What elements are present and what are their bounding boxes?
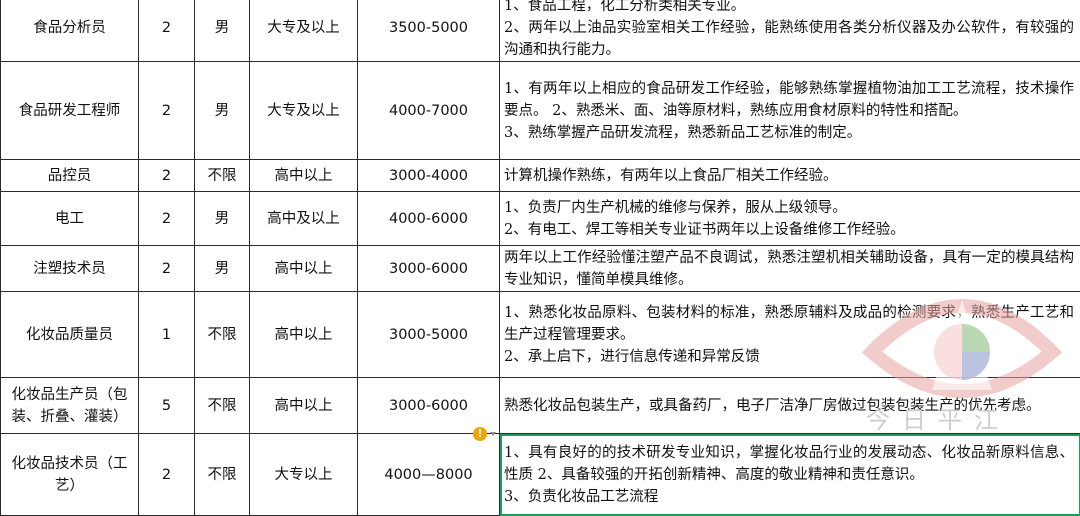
job-title-cell[interactable]: 化妆品质量员 [1,292,139,378]
job-title-cell[interactable]: 电工 [1,192,139,246]
requirements-cell[interactable]: 1、食品工程，化工分析类相关专业。 2、两年以上油品实验室相关工作经验，能熟练使… [500,0,1080,62]
requirement-line: 1、熟悉化妆品原料、包装材料的标准，熟悉原辅料及成品的检测要求，熟悉生产工艺和生… [504,302,1074,346]
requirement-line: 2、两年以上油品实验室相关工作经验，能熟练使用各类分析仪器及办公软件，有较强的沟… [504,17,1074,61]
education-cell[interactable]: 大专以上 [250,434,358,516]
requirement-line: 3、负责化妆品工艺流程 [504,486,1074,508]
gender-cell[interactable]: 男 [195,246,250,292]
count-cell[interactable]: 2 [139,192,195,246]
job-title-cell[interactable]: 注塑技术员 [1,246,139,292]
warning-icon[interactable]: ! [473,427,487,441]
salary-cell[interactable]: 3000-5000 [358,292,500,378]
requirement-line: 2、承上启下，进行信息传递和异常反馈 [504,346,1074,368]
job-title-cell[interactable]: 食品分析员 [1,0,139,62]
requirement-line: 1、有两年以上相应的食品研发工作经验，能够熟练掌握植物油加工工艺流程，技术操作要… [504,78,1074,122]
education-cell[interactable]: 高中及以上 [250,192,358,246]
requirements-cell[interactable]: 1、负责厂内生产机械的维修与保养，服从上级领导。 2、有电工、焊工等相关专业证书… [500,192,1080,246]
count-cell[interactable]: 2 [139,434,195,516]
gender-cell[interactable]: 男 [195,62,250,160]
gender-cell[interactable]: 不限 [195,378,250,434]
education-cell[interactable]: 高中以上 [250,246,358,292]
job-table: 食品分析员 2 男 大专及以上 3500-5000 1、食品工程，化工分析类相关… [0,0,1080,516]
salary-cell[interactable]: 4000-6000 [358,192,500,246]
job-title-cell[interactable]: 化妆品生产员（包装、折叠、灌装） [1,378,139,434]
salary-cell[interactable]: 3000-4000 [358,160,500,192]
count-cell[interactable]: 2 [139,0,195,62]
gender-cell[interactable]: 男 [195,192,250,246]
education-cell[interactable]: 高中以上 [250,378,358,434]
chevron-down-icon[interactable] [490,432,496,436]
salary-cell[interactable]: 3000-6000 [358,246,500,292]
requirement-line: 2、有电工、焊工等相关专业证书两年以上设备维修工作经验。 [504,219,1074,241]
gender-cell[interactable]: 不限 [195,292,250,378]
gender-cell[interactable]: 男 [195,0,250,62]
count-cell[interactable]: 2 [139,62,195,160]
requirement-line: 两年以上工作经验懂注塑产品不良调试，熟悉注塑机相关辅助设备，具有一定的模具结构专… [504,247,1074,291]
gender-cell[interactable]: 不限 [195,160,250,192]
requirement-line: 1、负责厂内生产机械的维修与保养，服从上级领导。 [504,197,1074,219]
table-row: 化妆品技术员（工艺） 2 不限 大专以上 4000—8000 1、具有良好的的技… [1,434,1080,516]
salary-cell[interactable]: 3500-5000 [358,0,500,62]
job-title-cell[interactable]: 食品研发工程师 [1,62,139,160]
job-title-cell[interactable]: 化妆品技术员（工艺） [1,434,139,516]
count-cell[interactable]: 2 [139,160,195,192]
requirements-cell[interactable]: 1、有两年以上相应的食品研发工作经验，能够熟练掌握植物油加工工艺流程，技术操作要… [500,62,1080,160]
table-row: 品控员 2 不限 高中以上 3000-4000 计算机操作熟练，有两年以上食品厂… [1,160,1080,192]
education-cell[interactable]: 大专及以上 [250,62,358,160]
table-row: 食品研发工程师 2 男 大专及以上 4000-7000 1、有两年以上相应的食品… [1,62,1080,160]
job-title-cell[interactable]: 品控员 [1,160,139,192]
requirement-line: 1、具有良好的的技术研发专业知识，掌握化妆品行业的发展动态、化妆品新原料信息、性… [504,442,1074,486]
education-cell[interactable]: 高中以上 [250,160,358,192]
table-row: 注塑技术员 2 男 高中以上 3000-6000 两年以上工作经验懂注塑产品不良… [1,246,1080,292]
table-row: 化妆品质量员 1 不限 高中以上 3000-5000 1、熟悉化妆品原料、包装材… [1,292,1080,378]
salary-cell[interactable]: 3000-6000 [358,378,500,434]
table-row: 电工 2 男 高中及以上 4000-6000 1、负责厂内生产机械的维修与保养，… [1,192,1080,246]
requirements-cell[interactable]: 两年以上工作经验懂注塑产品不良调试，熟悉注塑机相关辅助设备，具有一定的模具结构专… [500,246,1080,292]
count-cell[interactable]: 5 [139,378,195,434]
salary-cell[interactable]: 4000-7000 [358,62,500,160]
requirements-cell-selected[interactable]: 1、具有良好的的技术研发专业知识，掌握化妆品行业的发展动态、化妆品新原料信息、性… [500,434,1080,516]
requirement-line: 3、熟练掌握产品研发流程，熟悉新品工艺标准的制定。 [504,122,1074,144]
gender-cell[interactable]: 不限 [195,434,250,516]
requirements-cell[interactable]: 1、熟悉化妆品原料、包装材料的标准，熟悉原辅料及成品的检测要求，熟悉生产工艺和生… [500,292,1080,378]
education-cell[interactable]: 大专及以上 [250,0,358,62]
salary-cell[interactable]: 4000—8000 [358,434,500,516]
count-cell[interactable]: 1 [139,292,195,378]
table-row: 食品分析员 2 男 大专及以上 3500-5000 1、食品工程，化工分析类相关… [1,0,1080,62]
requirements-cell[interactable]: 计算机操作熟练，有两年以上食品厂相关工作经验。 [500,160,1080,192]
education-cell[interactable]: 高中以上 [250,292,358,378]
watermark-text: 今日平江 [866,400,1010,435]
requirement-line: 计算机操作熟练，有两年以上食品厂相关工作经验。 [504,165,1074,187]
count-cell[interactable]: 2 [139,246,195,292]
requirement-line: 1、食品工程，化工分析类相关专业。 [504,0,1074,17]
